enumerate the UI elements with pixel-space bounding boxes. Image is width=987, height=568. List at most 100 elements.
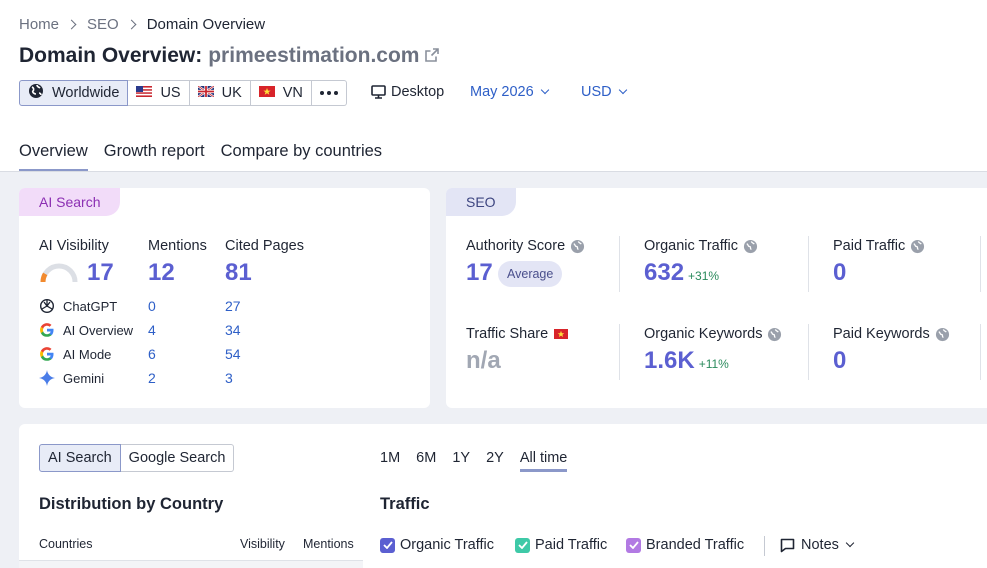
legend-label: Organic Traffic — [400, 537, 495, 553]
google-icon — [39, 346, 55, 362]
page-title: Domain Overview: primeestimation.com — [19, 44, 440, 68]
organic-traffic-label: Organic Traffic — [644, 238, 758, 254]
legend-label: Branded Traffic — [646, 537, 745, 553]
vn-flag-icon — [258, 85, 275, 101]
ai-overview-mentions[interactable]: 4 — [148, 322, 156, 338]
breadcrumb-seo[interactable]: SEO — [87, 16, 119, 33]
chatgpt-mentions[interactable]: 0 — [148, 298, 156, 314]
paid-keywords-value[interactable]: 0 — [833, 347, 846, 375]
period-1y[interactable]: 1Y — [452, 450, 470, 472]
currency-dropdown[interactable]: USD — [581, 84, 627, 100]
chevron-down-icon — [618, 85, 627, 95]
tab-compare-by-countries[interactable]: Compare by countries — [221, 142, 382, 172]
db-vn-label: VN — [282, 85, 303, 101]
cited-pages-value[interactable]: 81 — [225, 259, 252, 287]
column-divider — [619, 236, 620, 292]
organic-keywords-number: 1.6K — [644, 347, 695, 374]
notes-dropdown[interactable]: Notes — [780, 537, 855, 553]
info-globe-icon[interactable] — [935, 327, 950, 342]
gemini-cited[interactable]: 3 — [225, 370, 233, 386]
more-databases-button[interactable] — [311, 80, 347, 106]
paid-keywords-label: Paid Keywords — [833, 326, 950, 342]
countries-column-header[interactable]: Countries — [39, 537, 93, 551]
authority-badge: Average — [498, 261, 563, 287]
google-icon — [39, 322, 55, 338]
uk-flag-icon — [196, 85, 215, 101]
period-6m[interactable]: 6M — [416, 450, 436, 472]
ai-visibility-label: AI Visibility — [39, 238, 109, 254]
legend-organic-traffic[interactable]: Organic Traffic — [380, 537, 494, 553]
ai-search-toggle[interactable]: AI Search — [39, 444, 121, 472]
ai-row-gemini: Gemini — [39, 370, 104, 386]
organic-traffic-number: 632 — [644, 259, 685, 286]
page-title-prefix: Domain Overview: — [19, 44, 203, 67]
ai-mode-cited[interactable]: 54 — [225, 346, 241, 362]
chevron-right-icon — [126, 19, 137, 30]
db-worldwide-button[interactable]: Worldwide — [19, 80, 129, 106]
organic-traffic-change: +31% — [688, 269, 720, 283]
mentions-column-header[interactable]: Mentions — [303, 537, 354, 551]
info-globe-icon[interactable] — [910, 239, 925, 254]
organic-traffic-value[interactable]: 632 +31% — [644, 259, 719, 287]
organic-keywords-value[interactable]: 1.6K +11% — [644, 347, 729, 375]
external-link-icon[interactable] — [425, 44, 440, 68]
chatgpt-cited[interactable]: 27 — [225, 298, 241, 314]
traffic-share-text: Traffic Share — [466, 326, 549, 342]
paid-keywords-text: Paid Keywords — [833, 326, 930, 342]
info-globe-icon[interactable] — [570, 239, 585, 254]
authority-score-text: Authority Score — [466, 238, 566, 254]
legend-divider — [764, 536, 765, 556]
breadcrumb-home[interactable]: Home — [19, 16, 59, 33]
ai-visibility-value[interactable]: 17 — [87, 259, 114, 287]
column-divider — [980, 236, 981, 292]
globe-icon — [28, 83, 44, 103]
column-divider — [808, 236, 809, 292]
authority-score-label: Authority Score — [466, 238, 585, 254]
db-uk-button[interactable]: UK — [189, 80, 251, 106]
ai-overview-cited[interactable]: 34 — [225, 322, 241, 338]
legend-branded-traffic[interactable]: Branded Traffic — [626, 537, 744, 553]
period-1m[interactable]: 1M — [380, 450, 400, 472]
gemini-mentions[interactable]: 2 — [148, 370, 156, 386]
mentions-label: Mentions — [148, 238, 207, 254]
column-divider — [808, 324, 809, 380]
checkbox-checked-icon — [515, 537, 530, 553]
chevron-down-icon — [540, 85, 549, 95]
authority-score-value[interactable]: 17 — [466, 259, 493, 287]
page-title-domain[interactable]: primeestimation.com — [208, 44, 419, 68]
info-globe-icon[interactable] — [767, 327, 782, 342]
info-globe-icon[interactable] — [743, 239, 758, 254]
paid-traffic-label: Paid Traffic — [833, 238, 925, 254]
ai-mode-mentions[interactable]: 6 — [148, 346, 156, 362]
date-dropdown[interactable]: May 2026 — [470, 84, 549, 100]
visibility-column-header[interactable]: Visibility — [240, 537, 285, 551]
tab-growth-report[interactable]: Growth report — [104, 142, 205, 172]
device-selector[interactable]: Desktop — [371, 84, 444, 100]
search-type-toggle: AI Search Google Search — [39, 444, 235, 472]
period-all-time[interactable]: All time — [519, 450, 568, 472]
organic-keywords-change: +11% — [698, 357, 729, 371]
db-vn-button[interactable]: VN — [250, 80, 312, 106]
organic-keywords-label: Organic Keywords — [644, 326, 782, 342]
tab-overview[interactable]: Overview — [19, 142, 88, 172]
distribution-traffic-card: AI Search Google Search 1M 6M 1Y 2Y All … — [19, 424, 987, 568]
ai-row-label: Gemini — [63, 370, 105, 386]
db-us-button[interactable]: US — [128, 80, 190, 106]
db-uk-label: UK — [221, 85, 242, 101]
mentions-value[interactable]: 12 — [148, 259, 175, 287]
legend-paid-traffic[interactable]: Paid Traffic — [515, 537, 607, 553]
ai-row-label: AI Overview — [63, 322, 134, 338]
notes-label: Notes — [801, 537, 839, 553]
organic-traffic-text: Organic Traffic — [644, 238, 739, 254]
period-2y[interactable]: 2Y — [486, 450, 504, 472]
column-divider — [980, 324, 981, 380]
currency-label: USD — [581, 84, 612, 100]
google-search-toggle[interactable]: Google Search — [120, 444, 235, 472]
ai-row-label: AI Mode — [63, 346, 112, 362]
seo-card: SEO Authority Score 17 Average Organic T… — [446, 188, 987, 408]
device-label: Desktop — [391, 84, 445, 100]
database-selector: Worldwide US UK VN — [19, 80, 347, 106]
more-dots-icon — [319, 91, 338, 95]
traffic-share-label: Traffic Share — [466, 326, 569, 342]
paid-traffic-value[interactable]: 0 — [833, 259, 846, 287]
